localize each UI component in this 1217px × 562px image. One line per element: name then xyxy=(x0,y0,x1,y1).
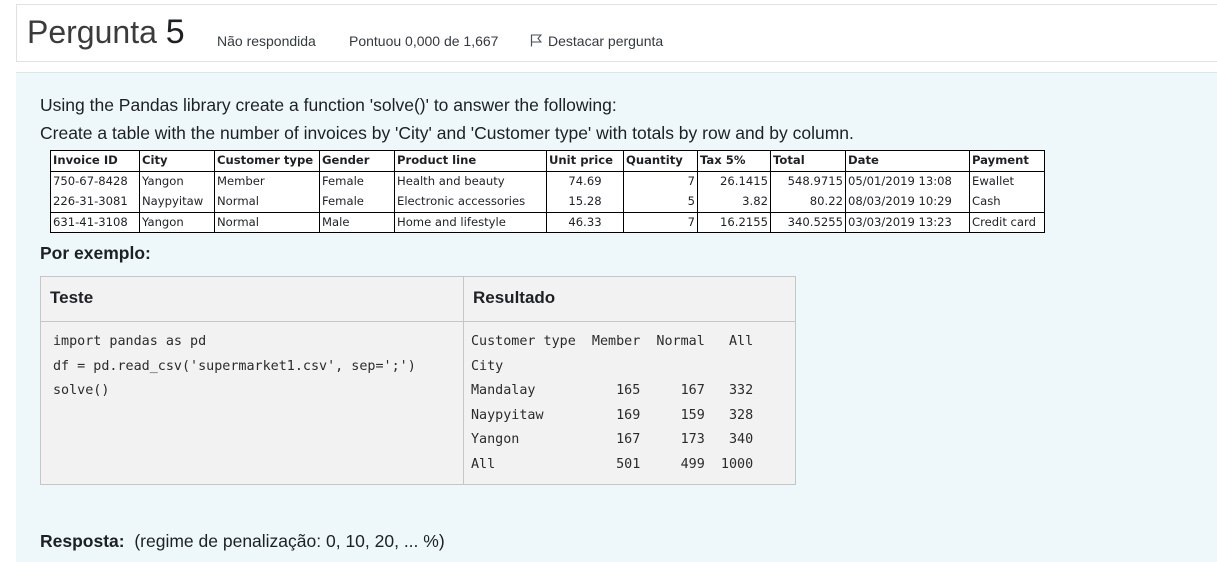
question-text-line1: Using the Pandas library create a functi… xyxy=(40,95,617,115)
cell-product-line: Electronic accessories xyxy=(394,191,547,212)
example-heading: Por exemplo: xyxy=(40,243,151,263)
col-header-city: City xyxy=(139,150,215,172)
question-text-line2: Create a table with the number of invoic… xyxy=(40,123,854,143)
col-header-gender: Gender xyxy=(319,150,395,172)
flag-icon xyxy=(530,34,542,47)
cell-customer-type: Normal xyxy=(214,211,320,233)
cell-invoice-id: 750-67-8428 xyxy=(50,170,140,192)
cell-tax: 26.1415 xyxy=(697,170,771,192)
answer-label-text: Resposta: xyxy=(40,531,125,551)
flag-question-label: Destacar pergunta xyxy=(548,33,664,49)
cell-city: Naypyitaw xyxy=(139,191,215,212)
cell-tax: 3.82 xyxy=(697,191,771,212)
question-number: 5 xyxy=(165,13,185,51)
cell-invoice-id: 226-31-3081 xyxy=(50,191,140,212)
cell-tax: 16.2155 xyxy=(697,211,771,233)
cell-product-line: Health and beauty xyxy=(394,170,547,192)
example-column-divider xyxy=(463,277,464,484)
col-header-quantity: Quantity xyxy=(623,150,698,172)
cell-customer-type: Normal xyxy=(214,191,320,212)
cell-quantity: 7 xyxy=(623,170,698,192)
col-header-unit-price: Unit price xyxy=(546,150,624,172)
question-title: Pergunta 5 xyxy=(27,13,185,52)
cell-customer-type: Member xyxy=(214,170,320,192)
answer-label: Resposta: (regime de penalização: 0, 10,… xyxy=(40,531,445,552)
cell-payment: Ewallet xyxy=(969,170,1045,192)
question-score: Pontuou 0,000 de 1,667 xyxy=(349,33,499,49)
cell-payment: Cash xyxy=(969,191,1045,212)
cell-gender: Male xyxy=(319,211,395,233)
cell-total: 80.22 xyxy=(770,191,846,212)
cell-city: Yangon xyxy=(139,170,215,192)
data-table-header-row: Invoice ID City Customer type Gender Pro… xyxy=(50,150,1045,172)
col-header-tax: Tax 5% xyxy=(697,150,771,172)
flag-question-link[interactable]: Destacar pergunta xyxy=(530,33,663,49)
example-test-code: import pandas as pd df = pd.read_csv('su… xyxy=(53,334,416,399)
cell-unit-price: 74.69 xyxy=(546,170,624,192)
col-header-date: Date xyxy=(845,150,970,172)
question-title-label: Pergunta xyxy=(27,14,157,50)
cell-date: 08/03/2019 10:29 xyxy=(845,191,970,212)
col-header-customer-type: Customer type xyxy=(214,150,320,172)
cell-gender: Female xyxy=(319,170,395,192)
cell-date: 05/01/2019 13:08 xyxy=(845,170,970,192)
cell-total: 548.9715 xyxy=(770,170,846,192)
cell-unit-price: 15.28 xyxy=(546,191,624,212)
cell-total: 340.5255 xyxy=(770,211,846,233)
examples-table: Teste Resultado import pandas as pd df =… xyxy=(40,276,796,485)
cell-payment: Credit card xyxy=(969,211,1045,233)
example-col-result-header: Resultado xyxy=(464,277,795,322)
table-row: 631-41-3108 Yangon Normal Male Home and … xyxy=(50,211,1045,233)
cell-city: Yangon xyxy=(139,211,215,233)
cell-quantity: 7 xyxy=(623,211,698,233)
cell-quantity: 5 xyxy=(623,191,698,212)
col-header-total: Total xyxy=(770,150,846,172)
col-header-invoice-id: Invoice ID xyxy=(50,150,140,172)
penalty-regime-text: (regime de penalização: 0, 10, 20, ... %… xyxy=(134,531,445,551)
cell-invoice-id: 631-41-3108 xyxy=(50,211,140,233)
data-sample-table: Invoice ID City Customer type Gender Pro… xyxy=(50,150,1045,233)
table-row: 750-67-8428 Yangon Member Female Health … xyxy=(50,170,1045,192)
example-col-test-header: Teste xyxy=(41,277,463,322)
cell-gender: Female xyxy=(319,191,395,212)
question-content: Using the Pandas library create a functi… xyxy=(16,72,1217,562)
cell-unit-price: 46.33 xyxy=(546,211,624,233)
col-header-payment: Payment xyxy=(969,150,1045,172)
cell-product-line: Home and lifestyle xyxy=(394,211,547,233)
cell-date: 03/03/2019 13:23 xyxy=(845,211,970,233)
col-header-product-line: Product line xyxy=(394,150,547,172)
table-row: 226-31-3081 Naypyitaw Normal Female Elec… xyxy=(50,191,1045,212)
example-result-output: Customer type Member Normal All City Man… xyxy=(471,334,754,472)
question-status: Não respondida xyxy=(217,33,316,49)
question-header: Pergunta 5 Não respondida Pontuou 0,000 … xyxy=(16,4,1217,62)
